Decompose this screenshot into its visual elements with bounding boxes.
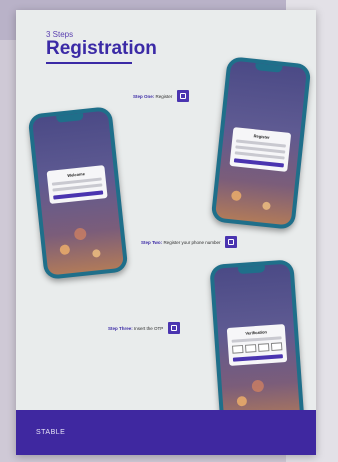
otp-box xyxy=(232,345,244,354)
otp-card: Verification xyxy=(226,324,288,367)
phone-screen: Register xyxy=(214,60,308,226)
poster-title: Registration xyxy=(46,38,157,59)
welcome-card: Welcome xyxy=(46,164,108,204)
phone-mockup-register: Register xyxy=(210,56,312,230)
light-glow xyxy=(230,190,242,202)
card-button xyxy=(53,190,104,200)
phone-screen: Verification xyxy=(213,263,301,427)
light-glow xyxy=(59,244,71,256)
step-one-text: Register xyxy=(155,93,173,99)
card-button xyxy=(233,158,284,168)
otp-box xyxy=(257,343,270,352)
register-icon xyxy=(177,90,190,102)
phone-icon xyxy=(225,236,238,248)
step-one-title: Step One: xyxy=(133,93,155,99)
card-button xyxy=(232,354,283,362)
light-glow xyxy=(91,249,101,259)
registration-poster: 3 Steps Registration Welcome Step One: R… xyxy=(16,10,316,455)
step-three-title: Step Three: xyxy=(108,325,133,331)
step-two-label: Step Two: Register your phone number xyxy=(141,240,220,245)
phone-mockup-otp: Verification xyxy=(209,259,305,431)
title-underline xyxy=(46,62,132,64)
light-glow xyxy=(74,227,88,241)
step-one: Step One: Register xyxy=(133,90,190,102)
register-card: Register xyxy=(229,127,292,173)
step-two: Step Two: Register your phone number xyxy=(141,236,238,248)
otp-boxes xyxy=(232,342,283,354)
phone-mockup-welcome: Welcome xyxy=(27,106,129,280)
step-three-text: Insert the OTP xyxy=(134,325,164,331)
step-two-title: Step Two: xyxy=(141,239,163,245)
card-title: Verification xyxy=(245,329,268,336)
light-glow xyxy=(251,380,265,393)
otp-box xyxy=(245,344,257,353)
phone-notch xyxy=(237,265,266,275)
step-two-text: Register your phone number xyxy=(163,239,221,245)
otp-icon xyxy=(168,322,181,334)
step-three: Step Three: Insert the OTP xyxy=(108,322,181,334)
poster-footer: STABLE xyxy=(16,410,316,455)
otp-box xyxy=(270,342,283,352)
light-glow xyxy=(261,201,271,211)
brand-name: STABLE xyxy=(36,429,66,436)
step-one-label: Step One: Register xyxy=(133,94,172,99)
step-three-label: Step Three: Insert the OTP xyxy=(108,326,163,331)
light-glow xyxy=(236,395,247,407)
phone-notch xyxy=(56,113,85,123)
poster-header: 3 Steps Registration xyxy=(46,30,157,64)
phone-screen: Welcome xyxy=(31,110,125,276)
phone-notch xyxy=(254,63,283,73)
